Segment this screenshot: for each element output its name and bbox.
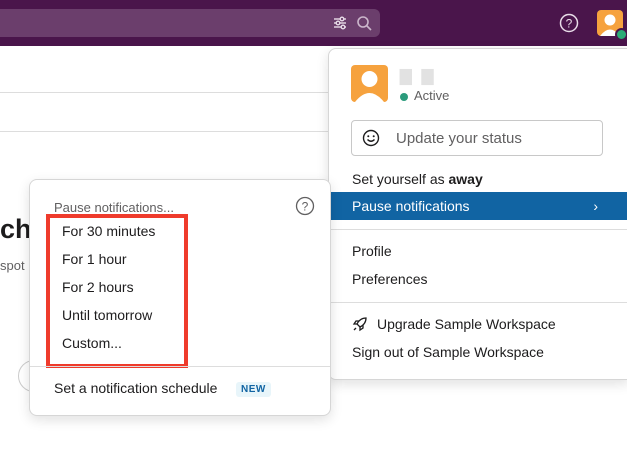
pause-notifications-submenu: Pause notifications... ? For 30 minutes … <box>29 179 331 416</box>
upgrade-item[interactable]: Upgrade Sample Workspace <box>329 310 627 338</box>
notification-schedule-item[interactable]: Set a notification schedule <box>54 380 217 396</box>
help-icon[interactable]: ? <box>559 13 579 33</box>
svg-text:?: ? <box>302 200 309 214</box>
help-icon[interactable]: ? <box>295 196 315 216</box>
set-away-bold: away <box>448 171 483 187</box>
smiley-icon <box>362 129 380 147</box>
pause-notifications-item[interactable]: Pause notifications › <box>329 192 627 220</box>
rocket-icon <box>352 317 367 332</box>
divider <box>30 366 330 367</box>
sign-out-item[interactable]: Sign out of Sample Workspace <box>329 338 627 366</box>
new-badge: NEW <box>236 382 271 397</box>
channel-description: spot <box>0 258 25 273</box>
avatar <box>351 65 388 102</box>
set-away-item[interactable]: Set yourself as away <box>329 165 627 193</box>
search-icon[interactable] <box>356 15 372 31</box>
status-label: Active <box>414 88 450 103</box>
search-bar[interactable] <box>0 9 380 37</box>
divider <box>329 229 627 230</box>
chevron-right-icon: › <box>593 198 598 214</box>
divider <box>329 302 627 303</box>
preferences-item[interactable]: Preferences <box>329 265 627 293</box>
svg-text:?: ? <box>566 17 573 31</box>
update-status-field[interactable]: Update your status <box>351 120 603 156</box>
presence-indicator <box>615 28 627 41</box>
top-bar: ? <box>0 0 627 46</box>
status-placeholder: Update your status <box>396 130 522 147</box>
presence-status: Active <box>400 88 449 103</box>
divider <box>0 92 330 93</box>
divider <box>0 131 330 132</box>
profile-item[interactable]: Profile <box>329 237 627 265</box>
active-dot-icon <box>400 92 408 101</box>
set-away-label: Set yourself as <box>352 171 449 187</box>
user-name-redacted: ▇ ▇ <box>400 68 437 85</box>
user-menu: ▇ ▇ Active Update your status Set yourse… <box>328 48 627 380</box>
pause-notifications-label: Pause notifications <box>352 198 470 214</box>
submenu-title: Pause notifications... <box>54 200 174 215</box>
filter-icon[interactable] <box>332 15 348 31</box>
upgrade-label: Upgrade Sample Workspace <box>377 316 556 332</box>
annotation-highlight-box <box>46 214 188 368</box>
